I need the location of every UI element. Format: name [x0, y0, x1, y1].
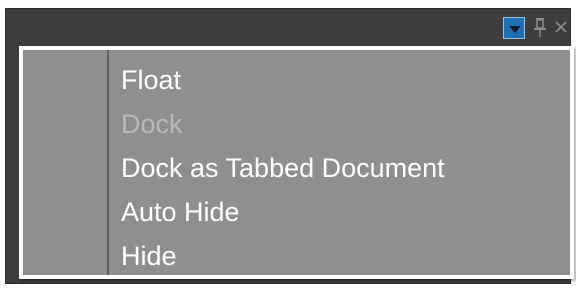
close-icon[interactable]	[553, 15, 569, 39]
menu-item-dock-as-tabbed-document[interactable]: Dock as Tabbed Document	[121, 146, 560, 190]
menu-item-auto-hide[interactable]: Auto Hide	[121, 190, 560, 234]
window-position-menu: Float Dock Dock as Tabbed Document Auto …	[19, 46, 574, 279]
menu-icon-gutter-divider	[107, 50, 109, 275]
window-position-dropdown-button[interactable]	[503, 17, 525, 39]
menu-items: Float Dock Dock as Tabbed Document Auto …	[121, 58, 560, 278]
chevron-down-icon	[509, 26, 521, 33]
tool-window-titlebar	[6, 9, 570, 45]
menu-item-hide[interactable]: Hide	[121, 234, 560, 278]
tool-window: Float Dock Dock as Tabbed Document Auto …	[5, 8, 574, 284]
menu-item-dock: Dock	[121, 109, 183, 139]
pin-icon[interactable]	[532, 15, 548, 39]
menu-item-float[interactable]: Float	[121, 58, 560, 102]
